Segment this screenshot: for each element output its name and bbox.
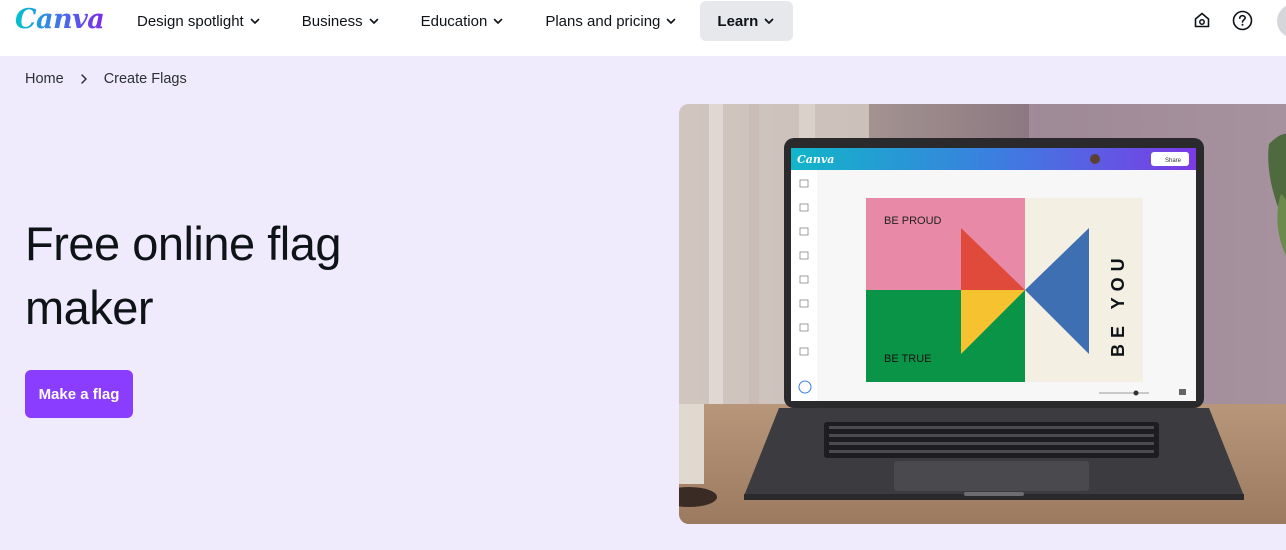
nav-education-label: Education — [420, 12, 488, 30]
breadcrumb-home-link[interactable]: Home — [25, 71, 64, 87]
nav-learn-label: Learn — [717, 12, 759, 30]
nav-business-label: Business — [301, 12, 363, 30]
hero-illustration: Canva Share BE PROUD BE TRUE BE YOU — [679, 104, 1286, 524]
chevron-down-icon — [494, 18, 503, 24]
share-button-text: Share — [1165, 158, 1182, 164]
make-a-flag-button[interactable]: Make a flag — [25, 370, 133, 418]
chevron-down-icon — [764, 18, 774, 24]
nav-design-spotlight-label: Design spotlight — [137, 12, 244, 30]
app-logo-text: Canva — [797, 153, 834, 166]
breadcrumb: Home Create Flags — [25, 71, 187, 87]
canva-logo[interactable]: Canva — [15, 2, 105, 38]
chevron-down-icon — [369, 18, 378, 24]
nav-design-spotlight[interactable]: Design spotlight — [125, 1, 274, 41]
breadcrumb-current: Create Flags — [103, 71, 187, 87]
page-title-line-1: Free online flag — [25, 217, 341, 270]
flag-text-be-you: BE YOU — [1108, 252, 1128, 357]
main-nav: Design spotlight Business Education Plan… — [125, 0, 809, 42]
help-icon[interactable] — [1231, 9, 1253, 31]
chevron-down-icon — [667, 18, 676, 24]
nav-plans-and-pricing[interactable]: Plans and pricing — [533, 1, 690, 41]
page-title-line-2: maker — [25, 281, 154, 334]
nav-plans-and-pricing-label: Plans and pricing — [545, 12, 661, 30]
flag-text-be-proud: BE PROUD — [884, 215, 942, 227]
nav-business[interactable]: Business — [290, 1, 393, 41]
nav-learn[interactable]: Learn — [700, 1, 794, 41]
flag-text-be-true: BE TRUE — [884, 353, 931, 365]
home-icon[interactable] — [1191, 9, 1213, 31]
chevron-right-icon — [78, 73, 90, 85]
nav-education[interactable]: Education — [409, 1, 518, 41]
page-title: Free online flag maker — [25, 212, 445, 340]
top-navigation-bar: Canva Design spotlight Business Educatio… — [0, 0, 1286, 56]
avatar[interactable] — [1277, 4, 1286, 38]
hero-image: Canva Share BE PROUD BE TRUE BE YOU — [679, 104, 1286, 524]
chevron-down-icon — [250, 18, 260, 24]
